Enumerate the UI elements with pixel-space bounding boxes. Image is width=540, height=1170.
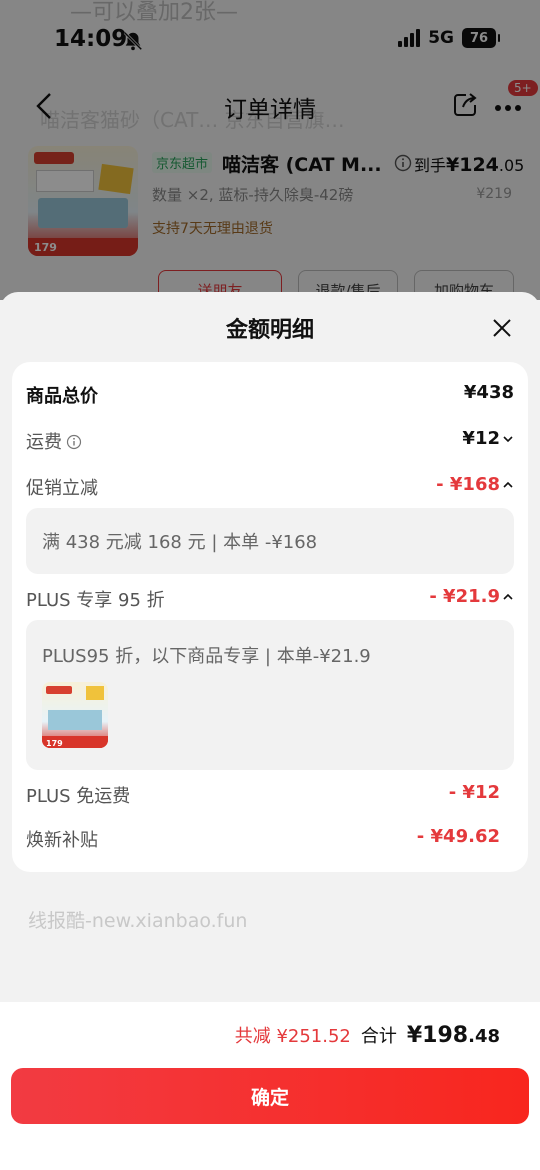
plus-discount-detail-text: PLUS95 折，以下商品专享 | 本单-¥21.9 [42, 646, 371, 667]
promo-detail-text: 满 438 元减 168 元 | 本单 -¥168 [42, 532, 318, 553]
confirm-button[interactable]: 确定 [11, 1068, 529, 1124]
mini-thumb-price: 179 [46, 739, 63, 748]
plus-discount-detail: PLUS95 折，以下商品专享 | 本单-¥21.9 179 [26, 620, 514, 770]
plus-shipping-value: - ¥12 [448, 782, 500, 803]
total-dec: .48 [468, 1026, 500, 1047]
total-amount: ¥198.48 [407, 1023, 500, 1048]
plus-shipping-row: PLUS 免运费 - ¥12 [26, 782, 514, 812]
plus-discount-row[interactable]: PLUS 专享 95 折 - ¥21.9 [26, 586, 514, 616]
total-int: ¥198 [406, 1023, 469, 1048]
chevron-down-icon[interactable] [502, 433, 514, 445]
trade-in-label: 焕新补贴 [26, 830, 98, 851]
shipping-label-wrap: 运费 [26, 428, 82, 454]
promo-value: - ¥168 [436, 474, 500, 495]
shipping-value: ¥12 [462, 428, 500, 449]
total-label: 合计 [360, 1026, 397, 1047]
sheet-title: 金额明细 [225, 318, 314, 343]
watermark: 线报酷-new.xianbao.fun [28, 910, 248, 932]
shipping-row[interactable]: 运费 ¥12 [26, 428, 514, 458]
total-saved: 共减 ¥251.52 [234, 1026, 351, 1047]
promo-row[interactable]: 促销立减 - ¥168 [26, 474, 514, 504]
promo-value-wrap: - ¥168 [436, 474, 514, 495]
shipping-value-wrap: ¥12 [462, 428, 514, 449]
plus-discount-value: - ¥21.9 [429, 586, 500, 607]
shipping-label: 运费 [26, 432, 62, 453]
close-icon[interactable] [490, 316, 514, 340]
goods-total-label: 商品总价 [26, 386, 98, 407]
info-icon[interactable] [66, 434, 82, 450]
amount-detail-sheet: 金额明细 商品总价 ¥438 运费 ¥12 促销立减 - ¥168 满 438 … [0, 292, 540, 1170]
dim-overlay[interactable] [0, 0, 540, 300]
chevron-up-icon[interactable] [502, 479, 514, 491]
promo-label: 促销立减 [26, 478, 98, 499]
chevron-up-icon[interactable] [502, 591, 514, 603]
goods-total-value: ¥438 [463, 382, 514, 403]
amount-card: 商品总价 ¥438 运费 ¥12 促销立减 - ¥168 满 438 元减 16… [12, 362, 528, 872]
plus-shipping-label: PLUS 免运费 [26, 786, 131, 807]
plus-discount-label: PLUS 专享 95 折 [26, 590, 165, 611]
trade-in-value: - ¥49.62 [416, 826, 500, 847]
promo-detail: 满 438 元减 168 元 | 本单 -¥168 [26, 508, 514, 574]
footer-bar: 共减 ¥251.52 合计 ¥198.48 确定 [0, 1002, 540, 1170]
plus-discount-value-wrap: - ¥21.9 [429, 586, 514, 607]
goods-total-row: 商品总价 ¥438 [26, 382, 514, 412]
price-summary: 共减 ¥251.52 合计 ¥198.48 [235, 1022, 500, 1048]
product-mini-thumbnail[interactable]: 179 [42, 682, 108, 748]
trade-in-row: 焕新补贴 - ¥49.62 [26, 826, 514, 856]
